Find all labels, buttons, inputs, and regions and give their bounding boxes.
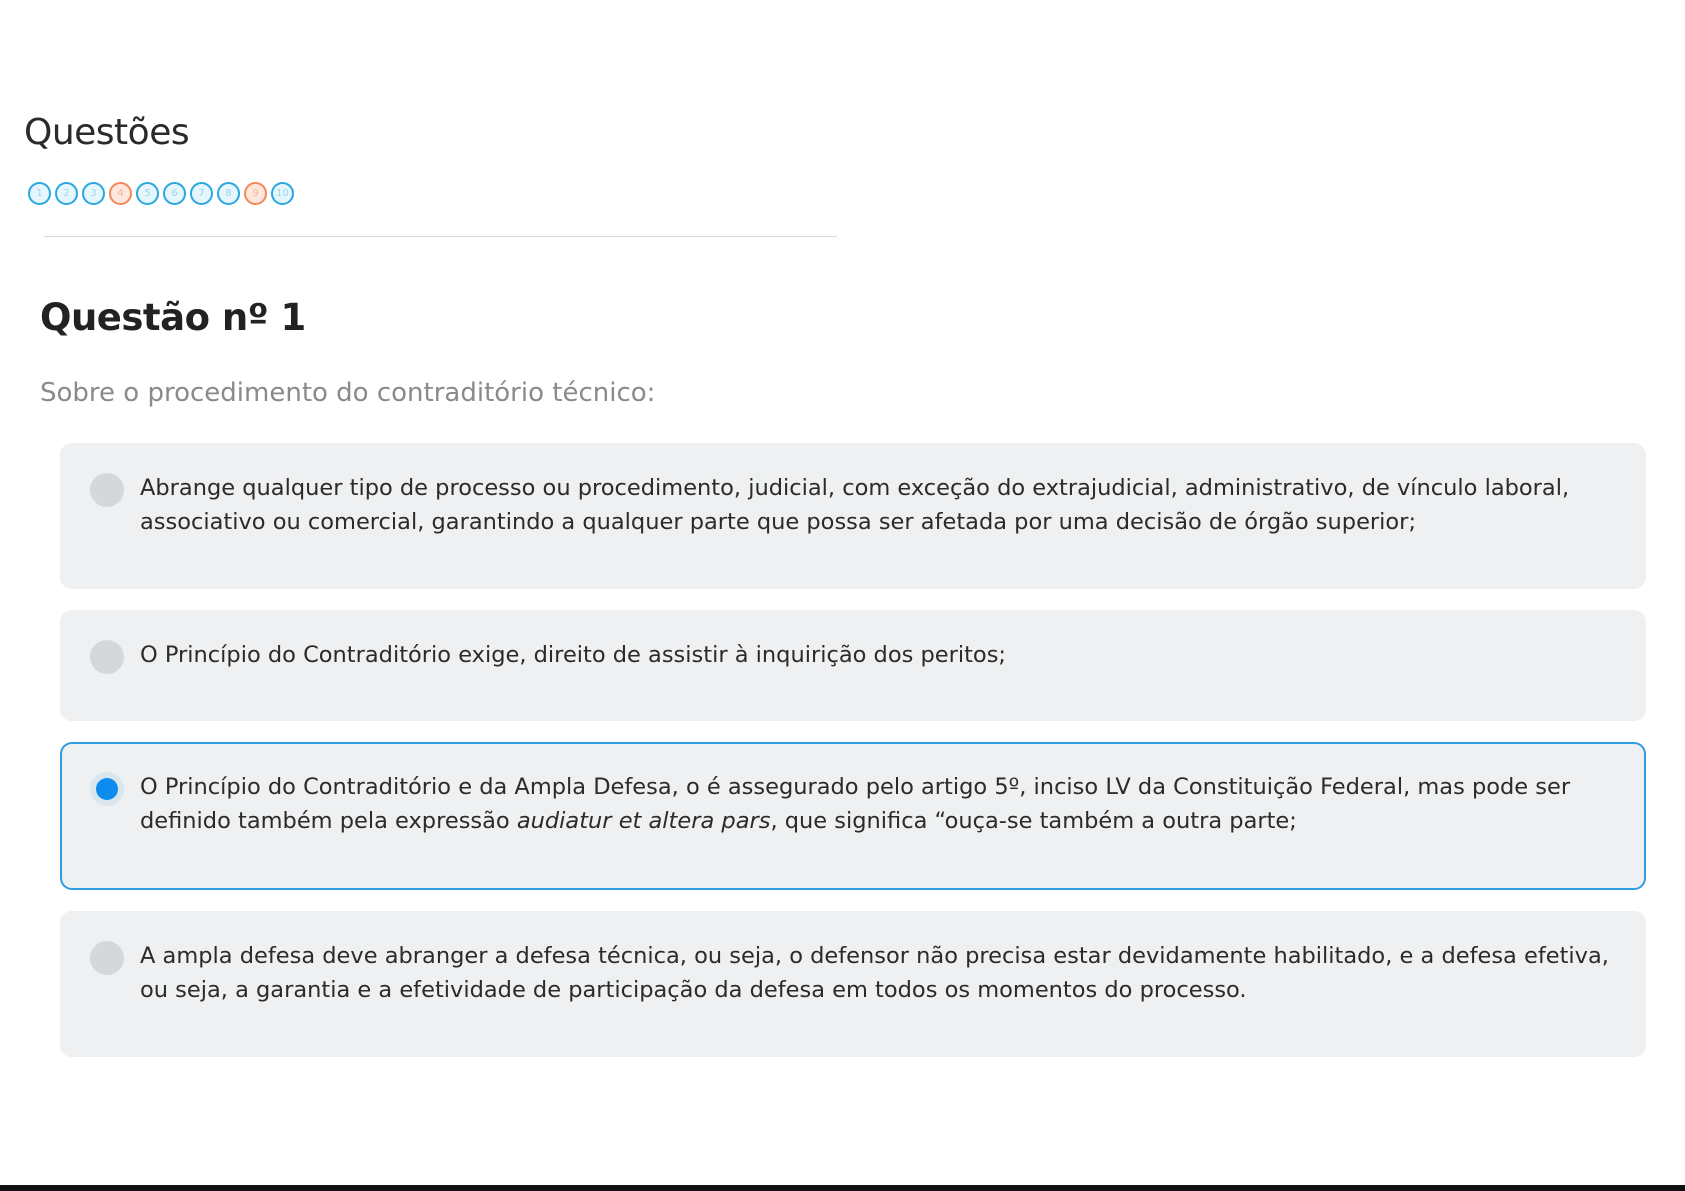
answer-options: Abrange qualquer tipo de processo ou pro… <box>60 443 1646 1078</box>
answer-option-1[interactable]: Abrange qualquer tipo de processo ou pro… <box>60 443 1646 589</box>
answer-option-text-part: , que significa “ouça-se também a outra … <box>770 808 1297 834</box>
question-nav-item-6[interactable]: 6 <box>163 182 186 205</box>
question-nav-item-4[interactable]: 4 <box>109 182 132 205</box>
radio-button[interactable] <box>90 941 124 975</box>
radio-button-selected[interactable] <box>90 772 124 806</box>
radio-button[interactable] <box>90 640 124 674</box>
answer-option-text: O Princípio do Contraditório exige, dire… <box>140 642 1006 668</box>
answer-option-text: O Princípio do Contraditório e da Ampla … <box>140 770 1618 838</box>
radio-button[interactable] <box>90 473 124 507</box>
divider <box>44 236 837 237</box>
question-nav-item-3[interactable]: 3 <box>82 182 105 205</box>
section-title: Questões <box>24 112 190 153</box>
question-text: Sobre o procedimento do contraditório té… <box>40 378 656 408</box>
question-nav-item-7[interactable]: 7 <box>190 182 213 205</box>
question-nav-item-10[interactable]: 10 <box>271 182 294 205</box>
answer-option-text: Abrange qualquer tipo de processo ou pro… <box>140 475 1570 535</box>
question-nav-item-2[interactable]: 2 <box>55 182 78 205</box>
question-nav-item-8[interactable]: 8 <box>217 182 240 205</box>
bottom-bar <box>0 1185 1685 1191</box>
latin-expression: audiatur et altera pars <box>516 808 771 834</box>
answer-option-2[interactable]: O Princípio do Contraditório exige, dire… <box>60 610 1646 721</box>
question-nav-item-9[interactable]: 9 <box>244 182 267 205</box>
answer-option-4[interactable]: A ampla defesa deve abranger a defesa té… <box>60 911 1646 1057</box>
answer-option-3[interactable]: O Princípio do Contraditório e da Ampla … <box>60 742 1646 890</box>
answer-option-text: A ampla defesa deve abranger a defesa té… <box>140 943 1609 1003</box>
question-title: Questão nº 1 <box>40 296 306 339</box>
question-navigation: 1 2 3 4 5 6 7 8 9 10 <box>28 182 294 205</box>
question-nav-item-5[interactable]: 5 <box>136 182 159 205</box>
question-nav-item-1[interactable]: 1 <box>28 182 51 205</box>
